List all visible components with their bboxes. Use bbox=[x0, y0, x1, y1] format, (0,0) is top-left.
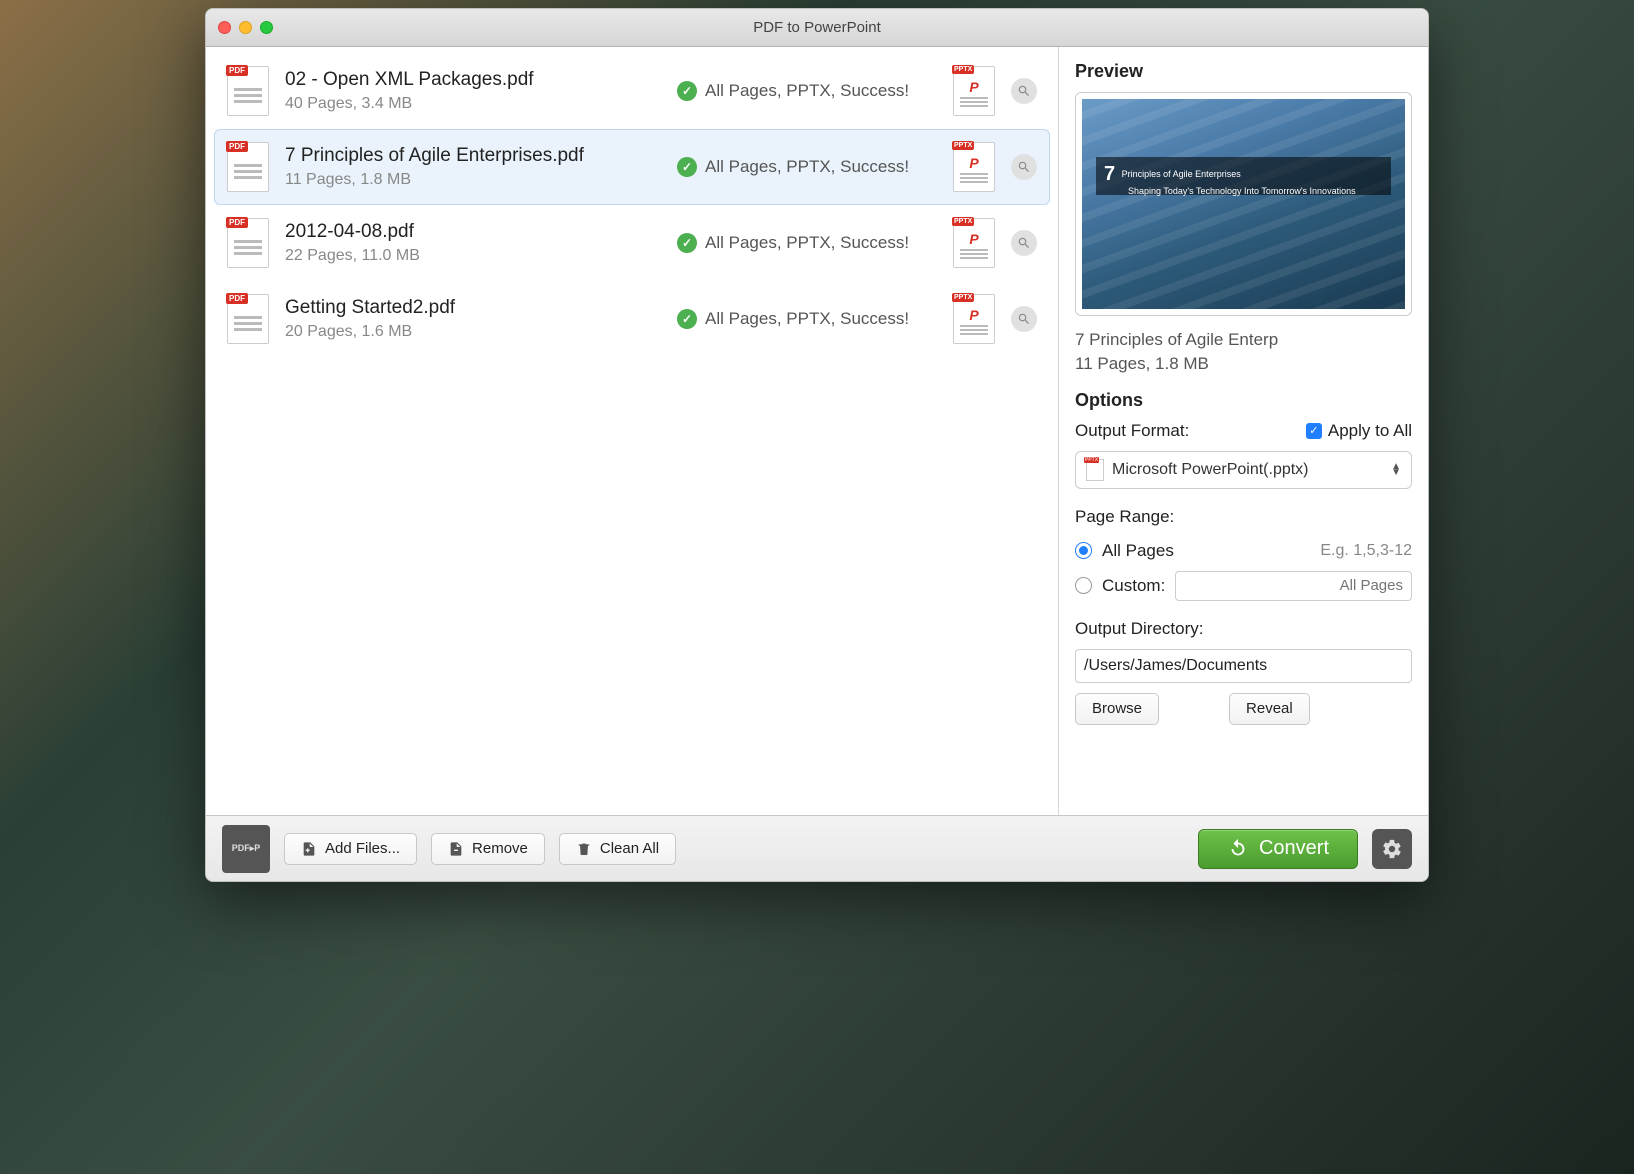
magnify-icon bbox=[1017, 160, 1031, 174]
close-window-button[interactable] bbox=[218, 21, 231, 34]
magnify-icon bbox=[1017, 84, 1031, 98]
file-status: All Pages, PPTX, Success! bbox=[705, 309, 909, 329]
file-row[interactable]: PDF Getting Started2.pdf 20 Pages, 1.6 M… bbox=[214, 281, 1050, 357]
preview-thumbnail[interactable]: 7 Principles of Agile Enterprises Shapin… bbox=[1075, 92, 1412, 316]
app-window: PDF to PowerPoint PDF 02 - Open XML Pack… bbox=[205, 8, 1429, 882]
all-pages-radio[interactable] bbox=[1075, 542, 1092, 559]
sidebar: Preview 7 Principles of Agile Enterprise… bbox=[1058, 47, 1428, 815]
pdf-icon: PDF bbox=[227, 142, 269, 192]
file-name: Getting Started2.pdf bbox=[285, 297, 661, 319]
app-icon: PDF▸P bbox=[222, 825, 270, 873]
add-file-icon bbox=[301, 841, 317, 857]
remove-button[interactable]: Remove bbox=[431, 833, 545, 865]
options-heading: Options bbox=[1075, 390, 1412, 411]
settings-button[interactable] bbox=[1372, 829, 1412, 869]
convert-button[interactable]: Convert bbox=[1198, 829, 1358, 869]
window-title: PDF to PowerPoint bbox=[206, 19, 1428, 36]
file-meta: 11 Pages, 1.8 MB bbox=[285, 171, 661, 189]
file-row[interactable]: PDF 7 Principles of Agile Enterprises.pd… bbox=[214, 129, 1050, 205]
toolbar: PDF▸P Add Files... Remove Clean All Conv… bbox=[206, 815, 1428, 881]
magnify-icon bbox=[1017, 236, 1031, 250]
all-pages-label: All Pages bbox=[1102, 541, 1174, 561]
file-meta: 22 Pages, 11.0 MB bbox=[285, 247, 661, 265]
pptx-icon: PPTX P bbox=[953, 294, 995, 344]
checkmark-icon: ✓ bbox=[1306, 423, 1322, 439]
preview-slide-title-2: Shaping Today's Technology Into Tomorrow… bbox=[1128, 186, 1356, 196]
pptx-icon: PPTX P bbox=[953, 142, 995, 192]
success-check-icon: ✓ bbox=[677, 81, 697, 101]
preview-button[interactable] bbox=[1011, 306, 1037, 332]
file-list: PDF 02 - Open XML Packages.pdf 40 Pages,… bbox=[206, 47, 1058, 815]
file-meta: 20 Pages, 1.6 MB bbox=[285, 323, 661, 341]
clean-all-button[interactable]: Clean All bbox=[559, 833, 676, 865]
output-directory-input[interactable] bbox=[1075, 649, 1412, 683]
pdf-icon: PDF bbox=[227, 218, 269, 268]
pptx-icon: PPTX P bbox=[953, 66, 995, 116]
pptx-icon: PPTX P bbox=[953, 218, 995, 268]
titlebar: PDF to PowerPoint bbox=[206, 9, 1428, 47]
pptx-icon bbox=[1086, 459, 1104, 481]
success-check-icon: ✓ bbox=[677, 309, 697, 329]
refresh-icon bbox=[1227, 838, 1249, 860]
file-row[interactable]: PDF 02 - Open XML Packages.pdf 40 Pages,… bbox=[214, 53, 1050, 129]
preview-slide-title-1: Principles of Agile Enterprises bbox=[1122, 169, 1241, 179]
output-format-value: Microsoft PowerPoint(.pptx) bbox=[1112, 461, 1309, 479]
file-name: 02 - Open XML Packages.pdf bbox=[285, 69, 661, 91]
file-row[interactable]: PDF 2012-04-08.pdf 22 Pages, 11.0 MB ✓ A… bbox=[214, 205, 1050, 281]
custom-range-label: Custom: bbox=[1102, 576, 1165, 596]
custom-range-radio[interactable] bbox=[1075, 577, 1092, 594]
preview-file-name: 7 Principles of Agile Enterp bbox=[1075, 328, 1412, 352]
browse-button[interactable]: Browse bbox=[1075, 693, 1159, 725]
file-name: 7 Principles of Agile Enterprises.pdf bbox=[285, 145, 661, 167]
chevron-updown-icon: ▲▼ bbox=[1391, 464, 1401, 476]
file-name: 2012-04-08.pdf bbox=[285, 221, 661, 243]
magnify-icon bbox=[1017, 312, 1031, 326]
remove-file-icon bbox=[448, 841, 464, 857]
gear-icon bbox=[1381, 838, 1403, 860]
zoom-window-button[interactable] bbox=[260, 21, 273, 34]
page-range-hint: E.g. 1,5,3-12 bbox=[1320, 542, 1412, 560]
minimize-window-button[interactable] bbox=[239, 21, 252, 34]
output-format-label: Output Format: bbox=[1075, 421, 1189, 441]
file-status: All Pages, PPTX, Success! bbox=[705, 233, 909, 253]
pdf-icon: PDF bbox=[227, 66, 269, 116]
file-status: All Pages, PPTX, Success! bbox=[705, 157, 909, 177]
output-format-select[interactable]: Microsoft PowerPoint(.pptx) ▲▼ bbox=[1075, 451, 1412, 489]
apply-to-all-checkbox[interactable]: ✓ Apply to All bbox=[1306, 421, 1412, 441]
trash-icon bbox=[576, 841, 592, 857]
output-directory-label: Output Directory: bbox=[1075, 619, 1412, 639]
success-check-icon: ✓ bbox=[677, 157, 697, 177]
preview-file-meta: 11 Pages, 1.8 MB bbox=[1075, 352, 1412, 376]
reveal-button[interactable]: Reveal bbox=[1229, 693, 1310, 725]
preview-button[interactable] bbox=[1011, 230, 1037, 256]
add-files-button[interactable]: Add Files... bbox=[284, 833, 417, 865]
page-range-label: Page Range: bbox=[1075, 507, 1412, 527]
preview-heading: Preview bbox=[1075, 61, 1412, 82]
apply-to-all-label: Apply to All bbox=[1328, 421, 1412, 441]
custom-range-input[interactable] bbox=[1175, 571, 1412, 601]
success-check-icon: ✓ bbox=[677, 233, 697, 253]
preview-button[interactable] bbox=[1011, 154, 1037, 180]
pdf-icon: PDF bbox=[227, 294, 269, 344]
file-status: All Pages, PPTX, Success! bbox=[705, 81, 909, 101]
file-meta: 40 Pages, 3.4 MB bbox=[285, 95, 661, 113]
preview-button[interactable] bbox=[1011, 78, 1037, 104]
